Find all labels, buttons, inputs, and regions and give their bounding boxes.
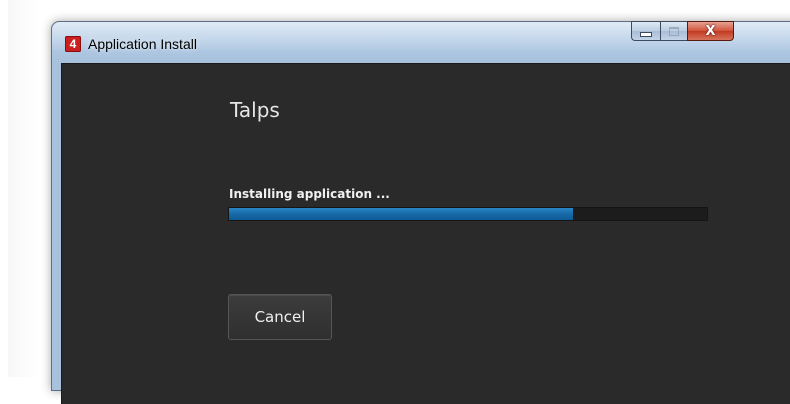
application-name: Talps — [230, 98, 280, 122]
title-bar[interactable]: 4 Application Install X — [52, 21, 790, 62]
caption-buttons: X — [631, 21, 734, 42]
close-button[interactable]: X — [687, 21, 734, 41]
close-icon: X — [705, 23, 716, 39]
install-progress-bar — [228, 207, 708, 221]
cancel-button[interactable]: Cancel — [228, 294, 332, 340]
installer-window: 4 Application Install X Talps Installing… — [51, 21, 790, 404]
install-progress-fill — [229, 208, 574, 220]
background-window-edge — [8, 0, 38, 377]
adobe-air-icon[interactable]: 4 — [65, 36, 81, 52]
installer-content: Talps Installing application ... Cancel — [61, 63, 790, 404]
minimize-button[interactable] — [631, 21, 660, 41]
maximize-button[interactable] — [660, 21, 687, 41]
minimize-icon — [640, 31, 652, 37]
install-status-text: Installing application ... — [229, 187, 390, 201]
maximize-icon — [669, 26, 679, 36]
window-title: Application Install — [88, 36, 197, 52]
